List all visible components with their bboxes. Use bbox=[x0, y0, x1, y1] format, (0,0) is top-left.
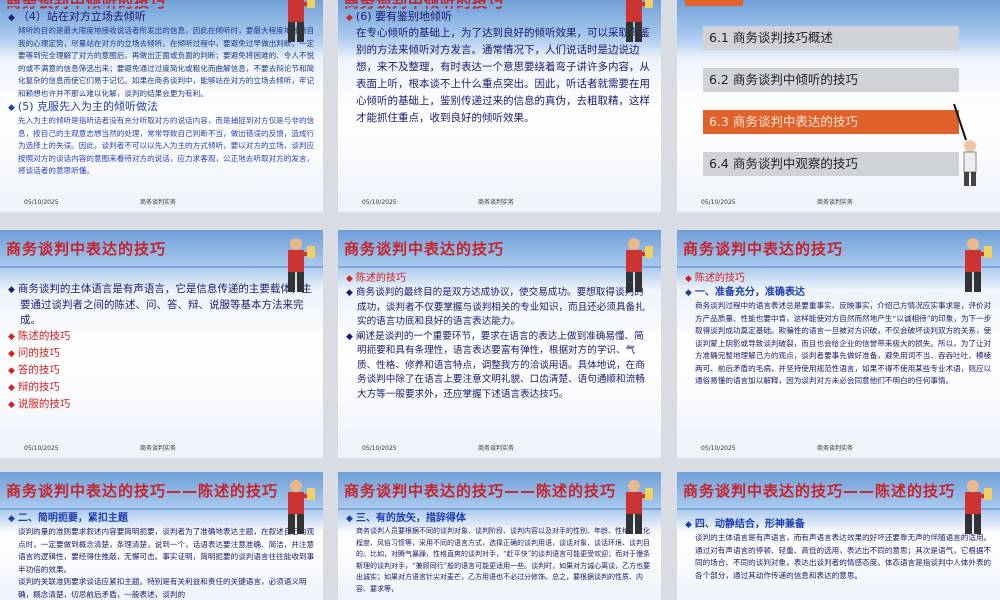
diamond-bullet-icon: ◆ bbox=[8, 349, 15, 359]
paragraph: 谈判的量的准则要求叙述内容要简明扼要，谈判者为了准确地表达主题，在叙述自己的观点… bbox=[18, 527, 315, 574]
slide-body: ◆ (6) 要有鉴别地倾听 在专心倾听的基础上，为了达到良好的倾听效果，可以采取有… bbox=[346, 10, 653, 127]
businessman-clipart-icon bbox=[288, 238, 315, 292]
slide-thumbnail-8[interactable]: 商务谈判中表达的技巧——陈述的技巧 ◆ 三、有的放矢，措辞得体 商务谈判人员要根据… bbox=[338, 472, 661, 600]
menu-item-6-2[interactable]: 6.2 商务谈判中倾听的技巧 bbox=[703, 68, 959, 92]
businessman-clipart-icon bbox=[965, 238, 992, 292]
slide-thumbnail-3[interactable]: 6.1 商务谈判技巧概述 6.2 商务谈判中倾听的技巧 6.3 商务谈判中表达的… bbox=[677, 0, 1000, 212]
slide-thumbnail-9[interactable]: 商务谈判中表达的技巧——陈述的技巧 ◆ 四、动静结合，形神兼备 谈判的主体语言是有… bbox=[677, 472, 1000, 600]
businessman-clipart-icon bbox=[288, 0, 315, 42]
title-divider bbox=[677, 508, 1000, 510]
slide-thumbnail-6[interactable]: 商务谈判中表达的技巧 ◆ 陈述的技巧 ◆ 一、准备充分，准确表达 商务谈判过程中的语… bbox=[677, 230, 1000, 458]
slide-title: 商务谈判中表达的技巧——陈述的技巧 bbox=[683, 482, 956, 500]
footer-date: 05/10/2025 bbox=[701, 445, 736, 452]
diamond-bullet-icon: ◆ bbox=[8, 13, 15, 23]
list-item: 问的技巧 bbox=[17, 347, 60, 359]
slide-thumbnail-7[interactable]: 商务谈判中表达的技巧——陈述的技巧 ◆ 二、简明扼要，紧扣主题 谈判的量的准则要求… bbox=[0, 472, 323, 600]
diamond-bullet-icon: ◆ bbox=[346, 274, 353, 284]
paragraph: 倾听的目的是最大限度地接收说话者所发出的信息，因此在倾听时，要最大程度地减除自我… bbox=[18, 26, 315, 98]
diamond-bullet-icon: ◆ bbox=[346, 13, 353, 23]
slide-body: ◆ 二、简明扼要，紧扣主题 谈判的量的准则要求叙述内容要简明扼要，谈判者为了准确地… bbox=[8, 512, 315, 600]
diamond-bullet-icon: ◆ bbox=[346, 288, 353, 298]
footer-course: 商务谈判实务 bbox=[140, 445, 177, 452]
diamond-bullet-icon: ◆ bbox=[8, 332, 15, 342]
footer-date: 05/10/2025 bbox=[24, 445, 59, 452]
diamond-bullet-icon: ◆ bbox=[685, 288, 692, 298]
slide-title: 商务谈判中表达的技巧 bbox=[683, 240, 844, 258]
footer-date: 05/10/2025 bbox=[362, 445, 397, 452]
slide-thumbnail-4[interactable]: 商务谈判中表达的技巧 ◆ 商务谈判的主体语言是有声语言，它是信息传递的主要载体，主… bbox=[0, 230, 323, 458]
slide-body: ◆ 陈述的技巧 ◆ 商务谈判的最终目的是双方达成协议，使交易成功。要想取得谈判的成功… bbox=[346, 273, 645, 400]
footer-course: 商务谈判实务 bbox=[817, 445, 854, 452]
title-divider bbox=[0, 266, 323, 268]
slide-thumbnail-1[interactable]: 商务谈判中倾听的技巧 ◆（4）站在对方立场去倾听 倾听的目的是最大限度地接收说话… bbox=[0, 0, 323, 212]
paragraph: 谈判的主体语言是有声语言，而有声语言表达效果的好坏还要靠无声的伴随语言的适用。通… bbox=[695, 533, 992, 580]
paragraph: 商务谈判过程中的语言表述总是要重事实、反映事实，介绍己方情况应实事求是，评价对方… bbox=[695, 301, 992, 385]
list-item: 辩的技巧 bbox=[17, 381, 60, 393]
diamond-bullet-icon: ◆ bbox=[685, 274, 692, 284]
diamond-bullet-icon: ◆ bbox=[8, 285, 15, 295]
diamond-bullet-icon: ◆ bbox=[8, 400, 15, 410]
list-item: 陈述的技巧 bbox=[17, 330, 71, 342]
diamond-bullet-icon: ◆ bbox=[8, 514, 15, 524]
paragraph: 谈判的关联准则要求谈话应紧扣主题。特别是有关利益和责任的关键语言，必须语义明确，… bbox=[18, 577, 307, 599]
menu-item-6-4[interactable]: 6.4 商务谈判中观察的技巧 bbox=[703, 152, 959, 176]
diamond-bullet-icon: ◆ bbox=[8, 103, 15, 113]
diamond-bullet-icon: ◆ bbox=[346, 514, 353, 524]
footer-course: 商务谈判实务 bbox=[478, 445, 515, 452]
list-item: 答的技巧 bbox=[17, 364, 60, 376]
footer-course: 商务谈判实务 bbox=[478, 199, 515, 206]
footer-date: 05/10/2025 bbox=[362, 199, 397, 206]
title-divider bbox=[338, 266, 661, 268]
menu-item-6-1[interactable]: 6.1 商务谈判技巧概述 bbox=[703, 26, 959, 50]
slide-title: 商务谈判中表达的技巧 bbox=[344, 240, 505, 258]
slide-title: 商务谈判中表达的技巧——陈述的技巧 bbox=[6, 482, 279, 500]
slide-body: ◆ 商务谈判的主体语言是有声语言，它是信息传递的主要载体，主要通过谈判者之间的陈述… bbox=[8, 283, 312, 410]
businessman-clipart-icon bbox=[965, 480, 992, 534]
paragraph: 在专心倾听的基础上，为了达到良好的倾听效果，可以采取有鉴别的方法来倾听对方发言。… bbox=[356, 27, 650, 124]
paragraph: 先入为主的倾听是指听话者没有充分听取对方的说话内容，而是捕捉到对方仅是与非的信息… bbox=[18, 116, 315, 175]
title-divider bbox=[338, 508, 661, 510]
diamond-bullet-icon: ◆ bbox=[8, 366, 15, 376]
diamond-bullet-icon: ◆ bbox=[8, 383, 15, 393]
slide-thumbnail-5[interactable]: 商务谈判中表达的技巧 ◆ 陈述的技巧 ◆ 商务谈判的最终目的是双方达成协议，使交易成… bbox=[338, 230, 661, 458]
diamond-bullet-icon: ◆ bbox=[346, 331, 353, 342]
menu-item-6-3[interactable]: 6.3 商务谈判中表达的技巧 bbox=[703, 110, 959, 134]
footer-course: 商务谈判实务 bbox=[140, 199, 177, 206]
slide-body: ◆ （4）站在对方立场去倾听 倾听的目的是最大限度地接收说话者所发出的信息，因此在… bbox=[8, 10, 315, 178]
paragraph: 商务谈判人员要根据不同的谈判对象、谈判阶段、谈判内容以及对手的性别、年龄、性格、… bbox=[356, 527, 651, 593]
slide-body: ◆ 四、动静结合，形神兼备 谈判的主体语言是有声语言，而有声语言表达效果的好坏还要… bbox=[685, 518, 992, 582]
list-item: 说服的技巧 bbox=[17, 398, 71, 410]
slide-body: ◆ 三、有的放矢，措辞得体 商务谈判人员要根据不同的谈判对象、谈判阶段、谈判内容以… bbox=[346, 512, 653, 595]
businessman-clipart-icon bbox=[288, 480, 315, 534]
title-divider bbox=[0, 508, 323, 510]
businessman-clipart-icon bbox=[626, 480, 653, 534]
footer-date: 05/10/2025 bbox=[701, 199, 736, 206]
businessman-clipart-icon bbox=[626, 238, 653, 292]
title-divider bbox=[677, 266, 1000, 268]
section-tag bbox=[685, 0, 743, 6]
title-divider bbox=[0, 4, 323, 6]
diamond-bullet-icon: ◆ bbox=[685, 520, 692, 530]
slide-title: 商务谈判中表达的技巧 bbox=[6, 240, 167, 258]
presenter-pointer-icon bbox=[953, 103, 977, 186]
footer-course: 商务谈判实务 bbox=[817, 199, 854, 206]
footer-date: 05/10/2025 bbox=[24, 199, 59, 206]
slide-thumbnail-2[interactable]: 商务谈判中倾听的技巧 ◆(6) 要有鉴别地倾听 在专心倾听的基础上，为了达到良好… bbox=[338, 0, 661, 212]
businessman-clipart-icon bbox=[626, 0, 653, 42]
title-divider bbox=[338, 4, 661, 6]
slide-body: ◆ 陈述的技巧 ◆ 一、准备充分，准确表达 商务谈判过程中的语言表述总是要重事实、反… bbox=[685, 272, 992, 388]
slide-title: 商务谈判中表达的技巧——陈述的技巧 bbox=[344, 482, 617, 500]
